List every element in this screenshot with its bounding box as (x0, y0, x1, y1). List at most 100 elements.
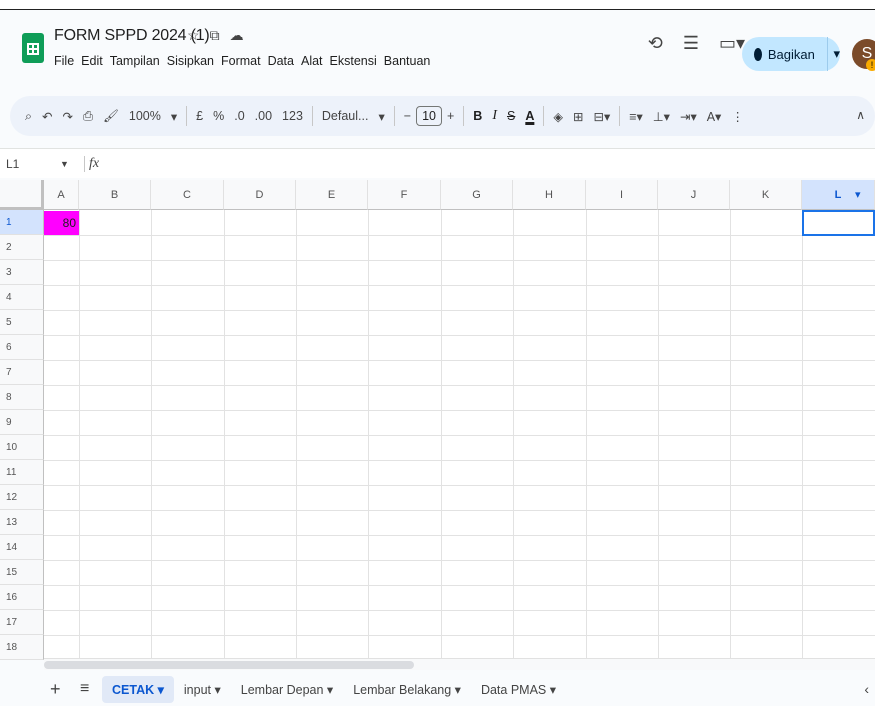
row-header-17[interactable]: 17 (0, 610, 44, 635)
share-button[interactable]: Bagikan ▾ (742, 37, 840, 71)
column-header-g[interactable]: G (441, 180, 513, 210)
row-header-9[interactable]: 9 (0, 410, 44, 435)
undo-icon[interactable]: ↶ (37, 109, 57, 124)
toolbar: ⌕ ↶ ↷ ⎙ 🖌 100% ▾ £ % .0 .00 123 Defaul..… (10, 96, 875, 136)
menu-edit[interactable]: Edit (81, 53, 103, 69)
menu-data[interactable]: Data (268, 53, 294, 69)
meet-icon[interactable]: ▭▾ (719, 33, 745, 54)
row-header-2[interactable]: 2 (0, 235, 44, 260)
menu-help[interactable]: Bantuan (384, 53, 431, 69)
font-dropdown-icon[interactable]: ▾ (373, 109, 389, 124)
currency-button[interactable]: £ (191, 109, 208, 123)
font-size-input[interactable]: 10 (416, 106, 442, 126)
column-header-e[interactable]: E (296, 180, 368, 210)
borders-icon[interactable]: ⊞ (568, 109, 588, 124)
history-icon[interactable]: ⟲ (648, 33, 663, 54)
row-header-12[interactable]: 12 (0, 485, 44, 510)
row-header-13[interactable]: 13 (0, 510, 44, 535)
scroll-left-icon[interactable]: ‹ (864, 681, 869, 697)
selected-cell-l1[interactable] (802, 210, 875, 236)
tab-data-pmas[interactable]: Data PMAS ▾ (471, 676, 566, 703)
decrease-decimal-button[interactable]: .0 (229, 109, 249, 123)
name-box-dropdown-icon[interactable]: ▼ (60, 159, 84, 169)
column-header-j[interactable]: J (658, 180, 730, 210)
tab-lembar-depan[interactable]: Lembar Depan ▾ (231, 676, 343, 703)
strikethrough-icon[interactable]: S (502, 109, 520, 123)
italic-button[interactable]: I (487, 108, 502, 124)
row-header-6[interactable]: 6 (0, 335, 44, 360)
fill-color-icon[interactable]: ◈ (548, 109, 568, 124)
print-icon[interactable]: ⎙ (78, 109, 98, 124)
tab-input[interactable]: input ▾ (174, 676, 231, 703)
row-header-11[interactable]: 11 (0, 460, 44, 485)
row-header-4[interactable]: 4 (0, 285, 44, 310)
row-header-14[interactable]: 14 (0, 535, 44, 560)
column-header-f[interactable]: F (368, 180, 441, 210)
text-rotation-icon[interactable]: A▾ (702, 109, 727, 124)
tab-lembar-belakang[interactable]: Lembar Belakang ▾ (343, 676, 471, 703)
column-header-b[interactable]: B (79, 180, 151, 210)
horizontal-align-icon[interactable]: ≡▾ (624, 109, 648, 124)
menu-file[interactable]: File (54, 53, 74, 69)
sheets-logo-icon[interactable] (22, 33, 44, 63)
all-sheets-icon[interactable]: ≡ (80, 680, 102, 698)
spreadsheet-grid[interactable]: A B C D E F G H I J K L 1 2 3 4 5 6 7 8 9 10 11 12 13 14 15 16 17 18 8… (0, 180, 875, 660)
search-icon[interactable]: ⌕ (20, 109, 37, 124)
star-icon[interactable]: ☆ (187, 27, 200, 44)
cloud-status-icon[interactable]: ☁ (230, 27, 244, 44)
column-menu-icon[interactable]: ▾ (855, 188, 861, 201)
row-header-16[interactable]: 16 (0, 585, 44, 610)
column-header-l[interactable]: L (802, 180, 875, 210)
avatar[interactable]: S ! (852, 39, 875, 71)
menu-tools[interactable]: Alat (301, 53, 323, 69)
share-dropdown-icon[interactable]: ▾ (833, 46, 840, 62)
column-header-d[interactable]: D (224, 180, 296, 210)
menu-insert[interactable]: Sisipkan (167, 53, 214, 69)
column-header-h[interactable]: H (513, 180, 586, 210)
percent-button[interactable]: % (208, 109, 229, 123)
font-select[interactable]: Defaul... (317, 109, 374, 123)
row-header-7[interactable]: 7 (0, 360, 44, 385)
formula-bar: L1 ▼ fx (0, 148, 875, 178)
row-header-1[interactable]: 1 (0, 210, 44, 235)
grid-line (44, 435, 875, 436)
column-header-k[interactable]: K (730, 180, 802, 210)
merge-cells-icon[interactable]: ⊟▾ (588, 109, 615, 124)
vertical-align-icon[interactable]: ⊥▾ (648, 109, 675, 124)
collapse-toolbar-icon[interactable]: ∧ (856, 108, 865, 122)
row-header-5[interactable]: 5 (0, 310, 44, 335)
column-header-a[interactable]: A (44, 180, 79, 210)
cell-a1[interactable]: 80 (44, 211, 79, 235)
add-sheet-icon[interactable]: + (50, 679, 72, 700)
text-color-button[interactable]: A (520, 109, 539, 123)
zoom-dropdown-icon[interactable]: ▾ (166, 109, 182, 124)
font-size-increase-button[interactable]: + (442, 109, 459, 123)
comments-icon[interactable]: ☰ (683, 33, 699, 54)
number-format-button[interactable]: 123 (277, 109, 308, 123)
row-header-8[interactable]: 8 (0, 385, 44, 410)
name-box[interactable]: L1 (0, 157, 60, 171)
scrollbar-thumb[interactable] (44, 661, 414, 669)
zoom-select[interactable]: 100% (124, 109, 166, 123)
bold-button[interactable]: B (468, 109, 487, 123)
tab-cetak[interactable]: CETAK ▾ (102, 675, 174, 703)
select-all-corner[interactable] (0, 180, 44, 210)
tab-label: CETAK (112, 682, 155, 697)
more-options-icon[interactable]: ⋮ (726, 109, 749, 124)
move-folder-icon[interactable]: ⧉ (210, 27, 220, 44)
column-header-i[interactable]: I (586, 180, 658, 210)
redo-icon[interactable]: ↷ (58, 109, 78, 124)
font-size-decrease-button[interactable]: − (399, 109, 416, 123)
row-header-10[interactable]: 10 (0, 435, 44, 460)
row-header-18[interactable]: 18 (0, 635, 44, 660)
increase-decimal-button[interactable]: .00 (250, 109, 277, 123)
row-header-3[interactable]: 3 (0, 260, 44, 285)
row-header-15[interactable]: 15 (0, 560, 44, 585)
paint-format-icon[interactable]: 🖌 (98, 109, 124, 124)
menu-format[interactable]: Format (221, 53, 261, 69)
menu-view[interactable]: Tampilan (110, 53, 160, 69)
text-wrap-icon[interactable]: ⇥▾ (675, 109, 702, 124)
horizontal-scrollbar[interactable] (44, 658, 875, 670)
menu-extensions[interactable]: Ekstensi (330, 53, 377, 69)
column-header-c[interactable]: C (151, 180, 224, 210)
